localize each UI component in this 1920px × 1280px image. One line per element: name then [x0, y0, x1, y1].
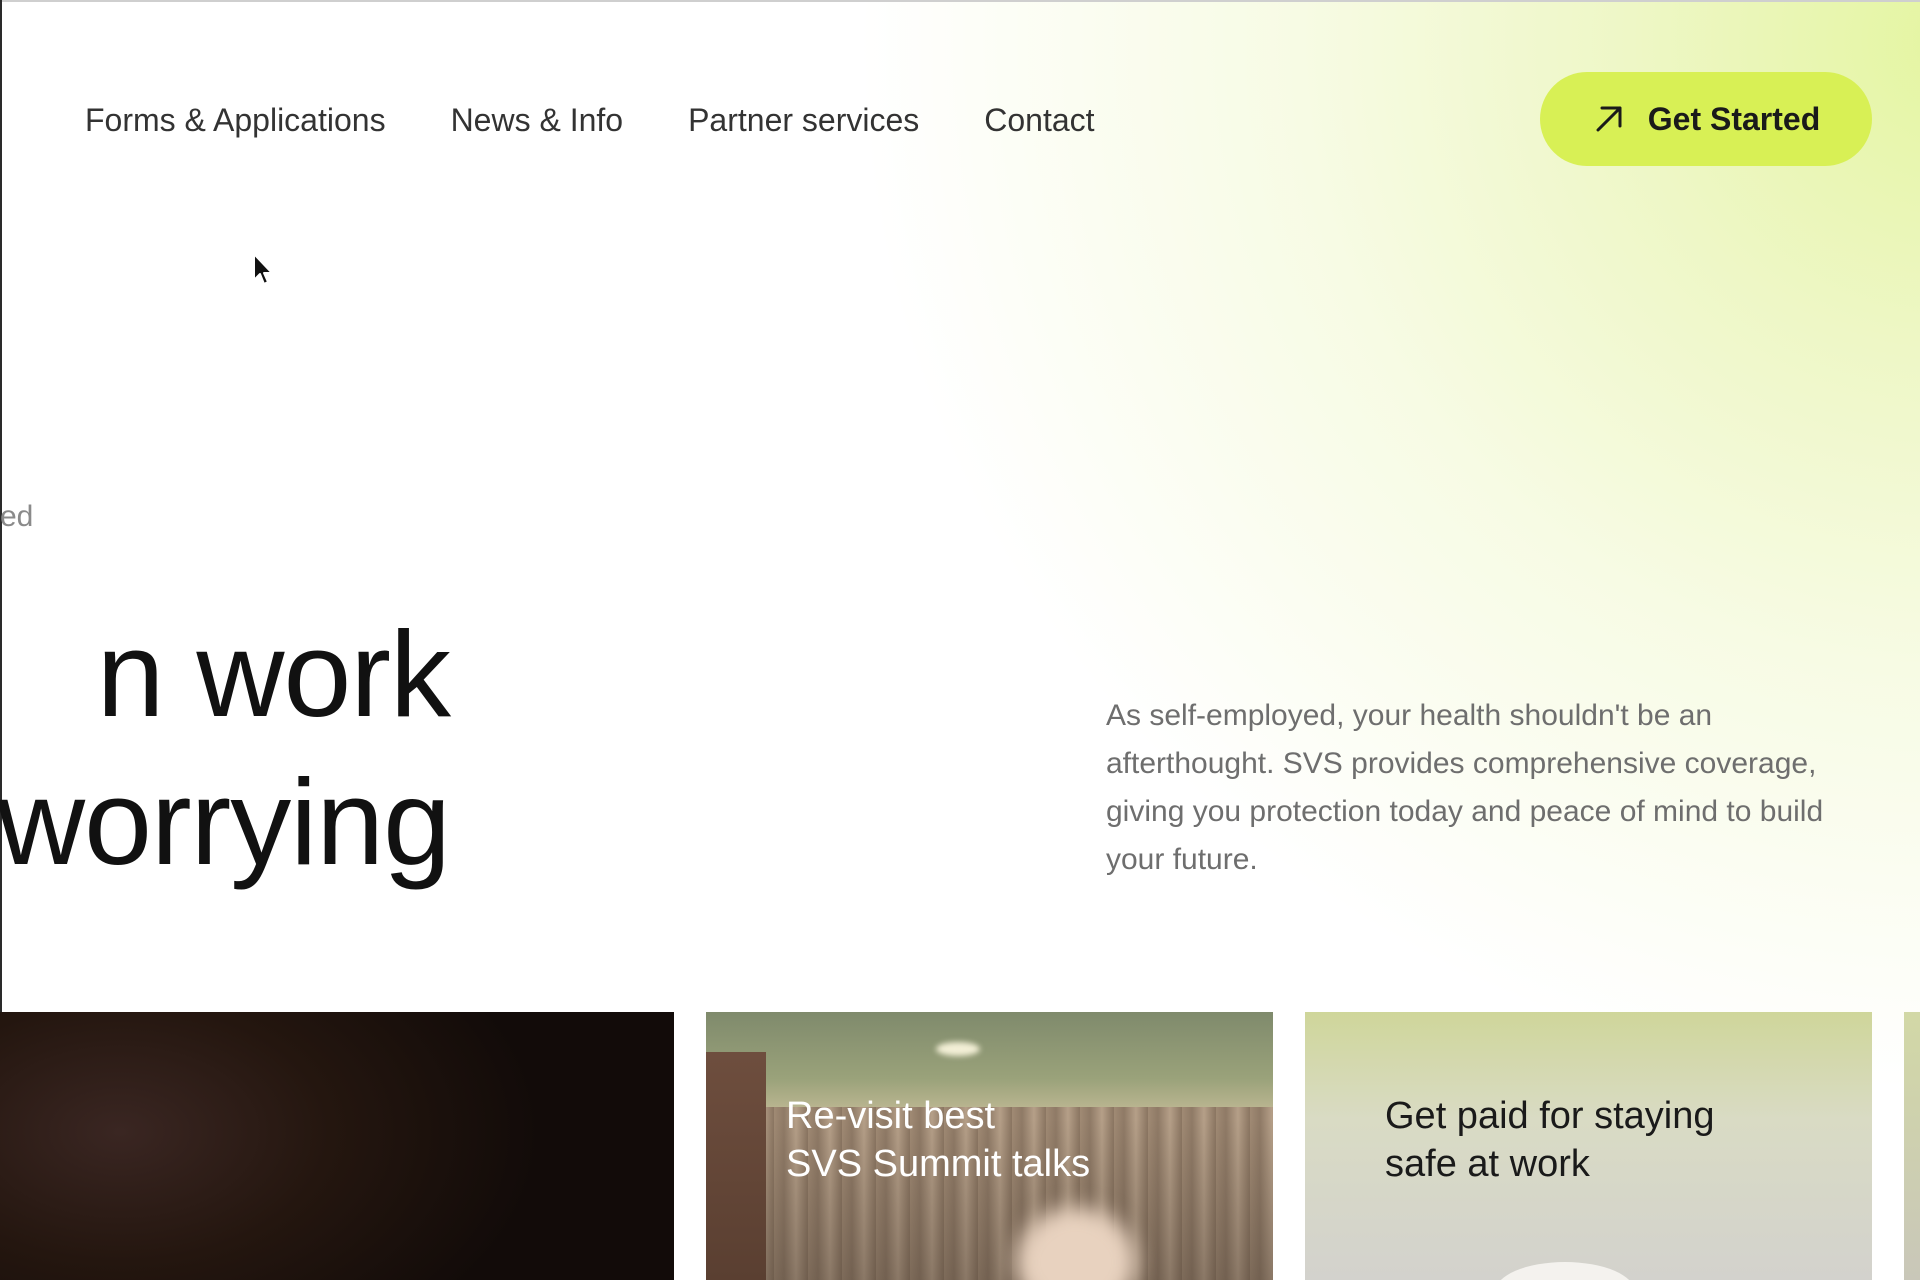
feature-card-1[interactable]	[0, 1012, 674, 1280]
hero-headline-line-2: worrying	[0, 754, 451, 890]
card-image-wall	[706, 1052, 766, 1280]
nav-item-partner-services[interactable]: Partner services	[688, 102, 919, 139]
feature-card-4-partial[interactable]	[1904, 1012, 1920, 1280]
card-image-person	[1016, 1207, 1136, 1280]
arrow-up-right-icon	[1592, 102, 1626, 136]
hero-eyebrow: ed	[0, 500, 34, 533]
hero-headline: n work worrying	[0, 600, 451, 896]
nav-item-contact[interactable]: Contact	[984, 102, 1094, 139]
window-top-edge	[0, 0, 1920, 2]
card-title: Re-visit best SVS Summit talks	[786, 1095, 1091, 1185]
hero-description: As self-employed, your health shouldn't …	[1106, 699, 1824, 876]
nav-item-forms-applications[interactable]: Forms & Applications	[85, 102, 386, 139]
mouse-cursor-icon	[252, 252, 276, 293]
card-title: Get paid for staying safe at work	[1385, 1095, 1715, 1185]
get-started-label: Get Started	[1647, 100, 1821, 137]
get-started-button[interactable]: Get Started	[1540, 72, 1872, 166]
hero-headline-line-1: n work	[96, 606, 451, 742]
nav-item-news-info[interactable]: News & Info	[451, 102, 624, 139]
feature-card-summit-talks[interactable]: Re-visit best SVS Summit talks	[706, 1012, 1273, 1280]
main-nav: Forms & Applications News & Info Partner…	[85, 92, 1160, 148]
card-image-light	[936, 1042, 980, 1056]
feature-card-safe-at-work[interactable]: Get paid for staying safe at work	[1305, 1012, 1872, 1280]
card-image-object	[1495, 1262, 1635, 1280]
